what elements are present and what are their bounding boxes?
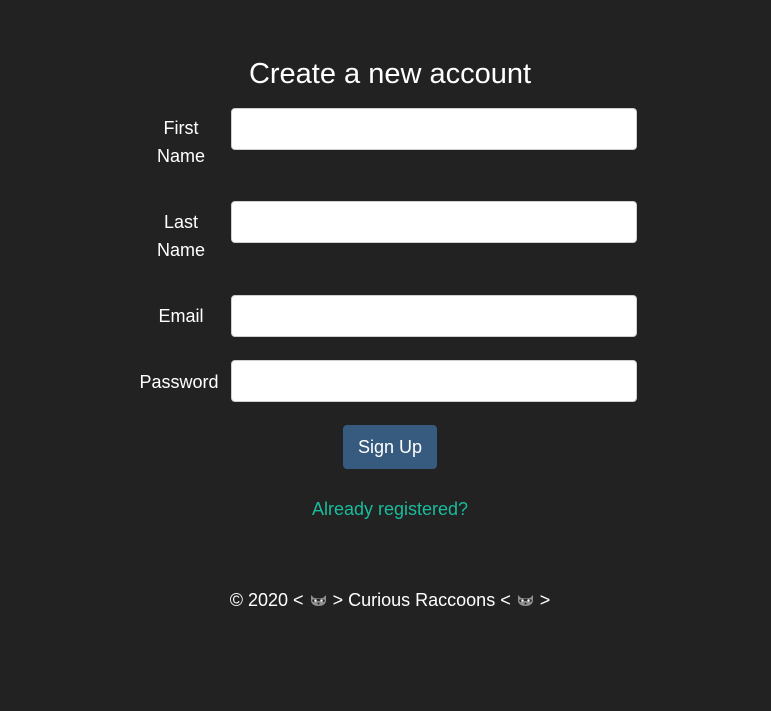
last-name-label-line1: Last [163, 212, 199, 232]
footer-suffix: > [539, 590, 551, 610]
footer-middle: > Curious Raccoons < [332, 590, 511, 610]
raccoon-icon [309, 589, 328, 606]
footer-prefix: © 2020 < [229, 590, 304, 610]
last-name-row: Last Name [132, 201, 639, 261]
already-registered-link[interactable]: Already registered? [0, 497, 771, 521]
password-label: Password [139, 372, 219, 392]
first-name-label-line2: Name [156, 146, 205, 166]
last-name-label-line2: Name [156, 240, 205, 260]
email-field[interactable] [231, 295, 637, 337]
last-name-label: Last Name [132, 208, 230, 264]
password-row: Password [132, 360, 639, 403]
first-name-label-line1: First [163, 118, 199, 138]
first-name-label: First Name [132, 114, 230, 170]
footer: © 2020 < > Curious Raccoons < > [0, 588, 771, 612]
last-name-input[interactable] [231, 201, 637, 243]
page-title: Create a new account [248, 58, 532, 90]
sign-up-button[interactable]: Sign Up [343, 425, 437, 469]
signup-page: Create a new account First Name Last Nam… [0, 0, 771, 711]
email-row: Email [132, 295, 639, 338]
password-field[interactable] [231, 360, 637, 402]
raccoon-icon [516, 589, 535, 606]
first-name-row: First Name [132, 108, 639, 168]
email-label: Email [158, 306, 204, 326]
first-name-input[interactable] [231, 108, 637, 150]
